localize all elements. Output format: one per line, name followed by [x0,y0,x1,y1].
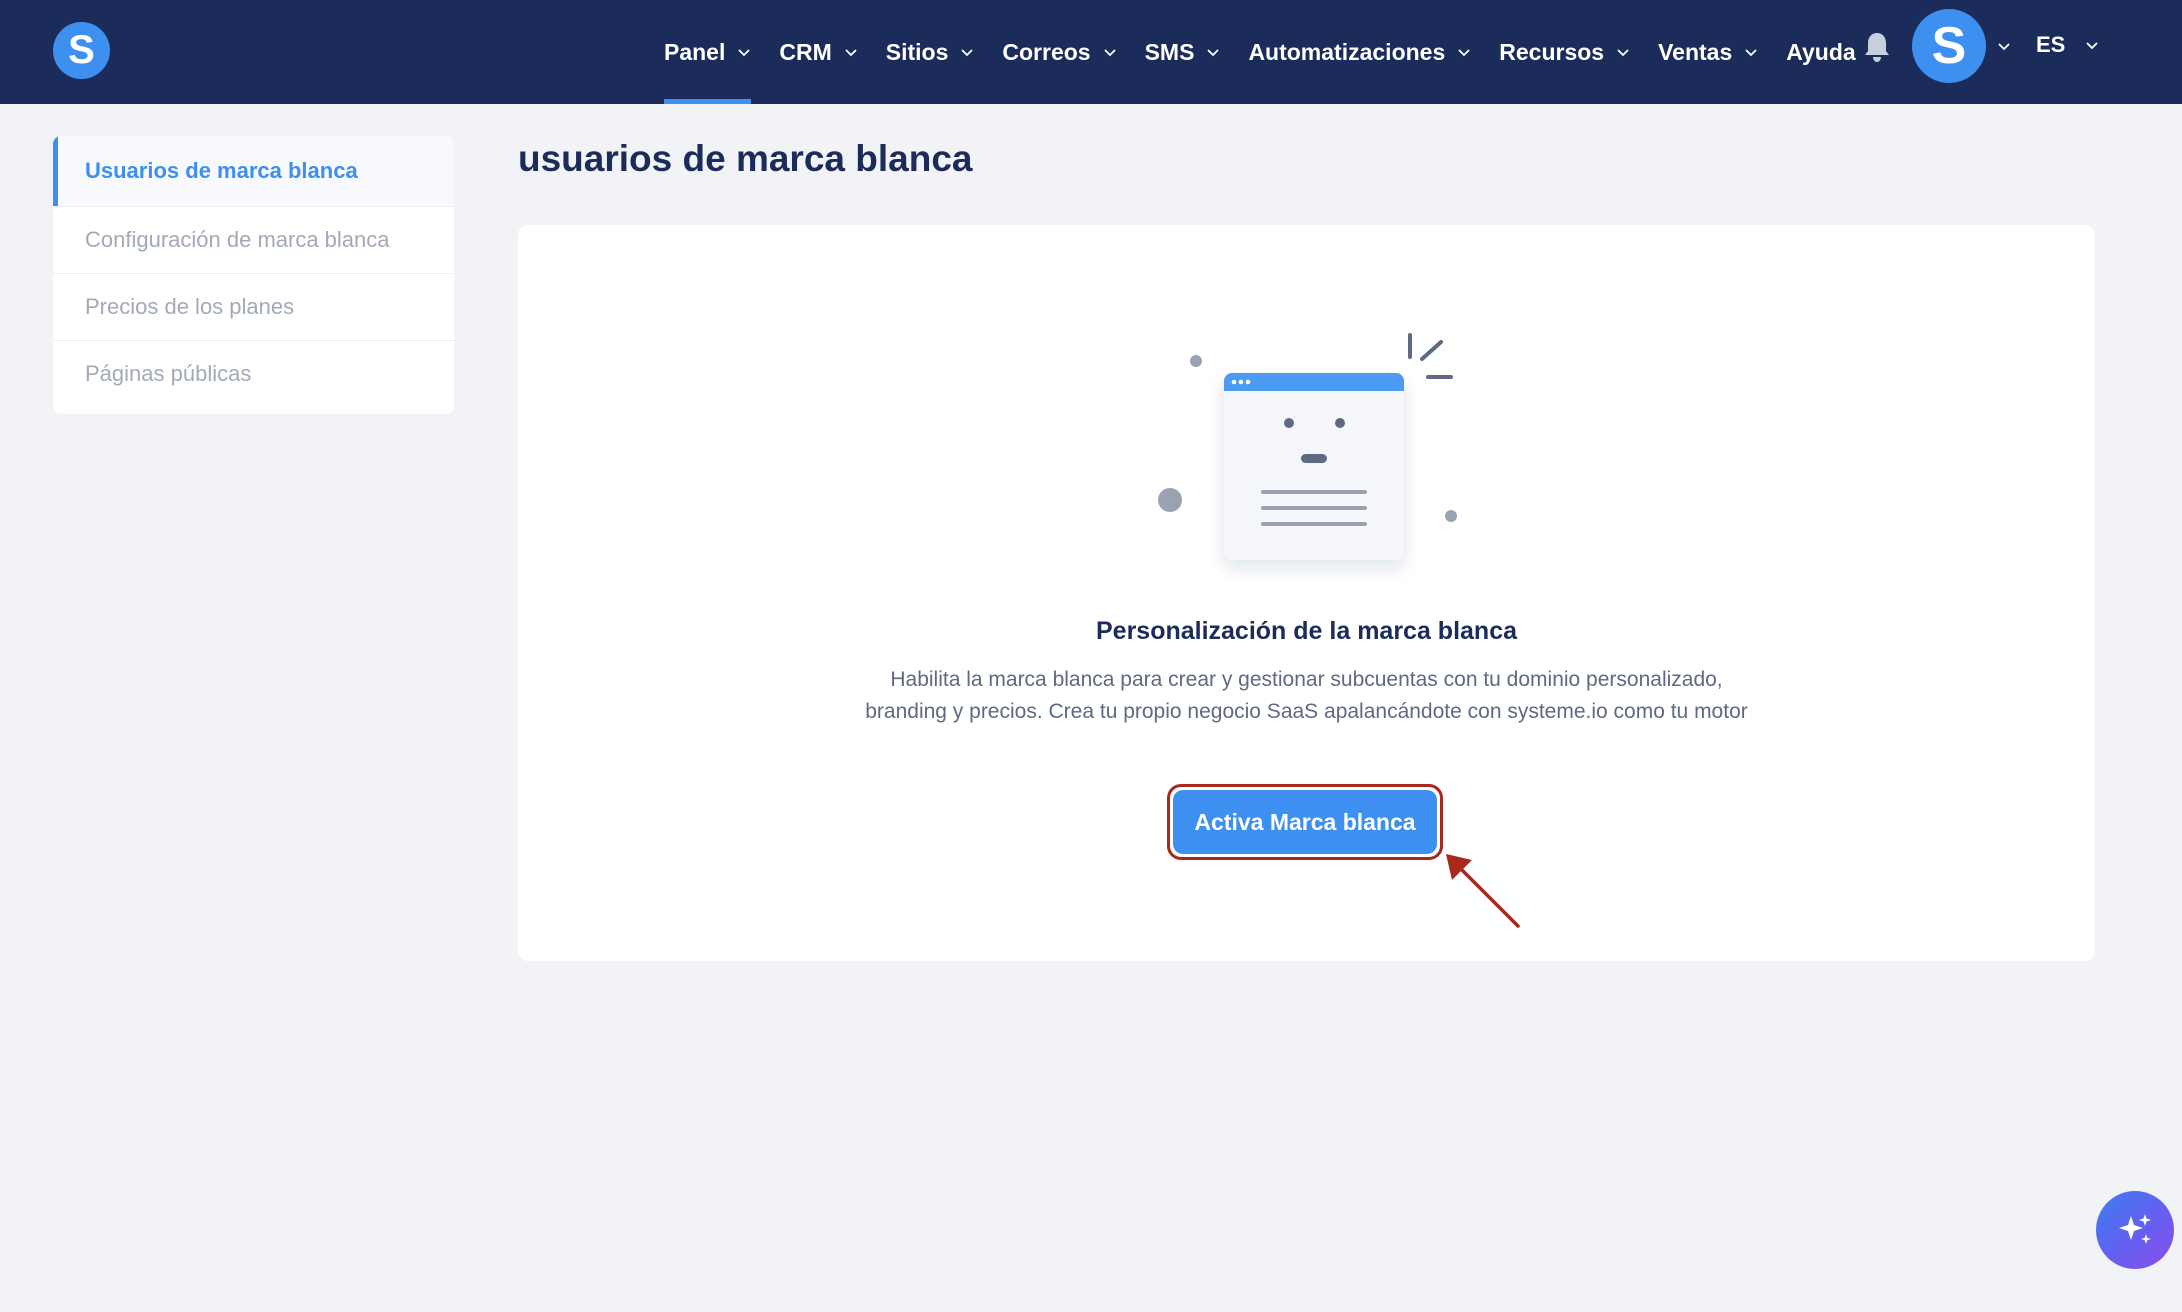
chevron-down-icon [1458,49,1470,57]
nav-item-ventas[interactable]: Ventas [1658,0,1758,104]
ai-assistant-button[interactable] [2096,1191,2174,1269]
chevron-down-icon [1617,49,1629,57]
pointer-arrow-icon [1446,854,1520,928]
sparkles-icon [2119,1214,2151,1244]
language-selector[interactable]: ES [2036,0,2099,90]
settings-sidebar: Usuarios de marca blanca Configuración d… [53,136,454,414]
chevron-down-icon [1103,49,1116,57]
chevron-down-icon [738,49,751,57]
page-title: usuarios de marca blanca [518,138,973,179]
chevron-down-icon [1745,49,1757,57]
user-avatar[interactable]: S [1912,9,1986,83]
chevron-down-icon[interactable] [1996,38,2012,54]
nav-item-correos[interactable]: Correos [1002,0,1116,104]
activate-white-label-button[interactable]: Activa Marca blanca [1173,790,1437,854]
app-logo[interactable]: S [53,22,110,79]
nav-item-crm[interactable]: CRM [779,0,857,104]
nav-item-label: Automatizaciones [1248,38,1446,65]
nav-item-label: Ayuda [1786,38,1856,65]
nav-item-recursos[interactable]: Recursos [1499,0,1630,104]
browser-window-illustration [1158,333,1457,560]
empty-state-heading: Personalización de la marca blanca [1095,617,1518,645]
nav-item-label: SMS [1144,38,1195,65]
sidebar-item-usuarios[interactable]: Usuarios de marca blanca [53,136,454,207]
chevron-down-icon [961,49,974,57]
nav-item-label: Sitios [885,38,949,65]
chevron-down-icon [1207,49,1220,57]
nav-item-label: Recursos [1499,38,1605,65]
sidebar-item-precios[interactable]: Precios de los planes [53,274,454,341]
nav-item-label: CRM [779,38,832,65]
sidebar-item-paginas[interactable]: Páginas públicas [53,341,454,407]
nav-item-panel[interactable]: Panel [664,0,752,104]
nav-item-sitios[interactable]: Sitios [886,0,975,104]
chevron-down-icon [2086,42,2098,50]
chevron-down-icon [845,49,857,57]
nav-item-sms[interactable]: SMS [1145,0,1221,104]
main-nav: Panel CRM Sitios Correos SMS Automatizac… [664,0,1884,104]
top-navigation-bar: S Panel CRM Sitios Correos SMS Automatiz… [0,0,2182,104]
nav-item-label: Ventas [1658,38,1733,65]
nav-item-automatizaciones[interactable]: Automatizaciones [1248,0,1471,104]
bell-icon[interactable] [1862,30,1892,64]
empty-state-description: Habilita la marca blanca para crear y ge… [865,668,1748,723]
sidebar-item-configuracion[interactable]: Configuración de marca blanca [53,207,454,274]
nav-item-label: Panel [664,38,726,65]
nav-item-ayuda[interactable]: Ayuda [1786,0,1855,104]
language-label: ES [2036,32,2066,57]
nav-item-label: Correos [1002,38,1091,65]
